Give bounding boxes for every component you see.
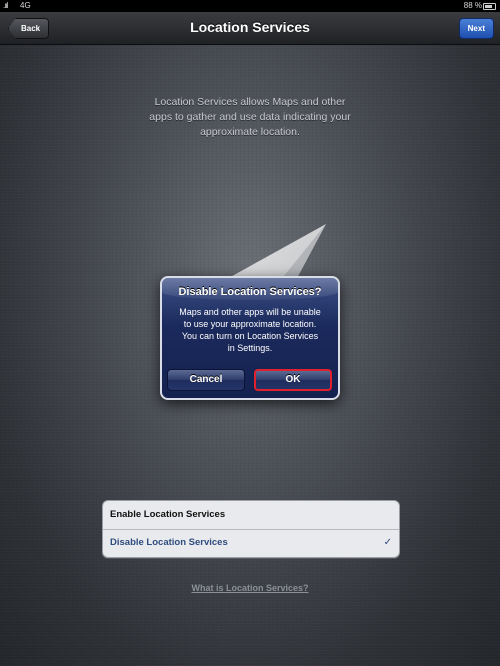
alert-message-line: You can turn on Location Services xyxy=(181,331,319,341)
alert-message: Maps and other apps will be unable to us… xyxy=(168,306,332,354)
checkmark-icon: ✓ xyxy=(383,537,392,548)
battery-icon xyxy=(483,3,496,10)
option-label: Disable Location Services xyxy=(110,537,228,548)
intro-description: Location Services allows Maps and other … xyxy=(149,96,351,138)
ok-button[interactable]: OK xyxy=(254,369,332,391)
location-options-list: Enable Location Services Disable Locatio… xyxy=(102,500,400,558)
alert-title: Disable Location Services? xyxy=(178,286,322,298)
next-button[interactable]: Next xyxy=(458,18,494,39)
disable-location-alert: Disable Location Services? Maps and othe… xyxy=(160,276,340,400)
alert-message-line: Maps and other apps will be unable xyxy=(179,307,321,317)
navigation-bar: Back Location Services Next xyxy=(0,12,500,45)
option-label: Enable Location Services xyxy=(110,509,226,520)
what-is-location-services-link[interactable]: What is Location Services? xyxy=(0,583,500,593)
option-disable-location[interactable]: Disable Location Services ✓ xyxy=(103,529,399,557)
cancel-button[interactable]: Cancel xyxy=(167,369,245,391)
alert-message-line: to use your approximate location. xyxy=(183,319,317,329)
status-bar: .ııl 4G 88 % xyxy=(0,0,500,12)
option-enable-location[interactable]: Enable Location Services xyxy=(103,501,399,530)
alert-message-line: in Settings. xyxy=(227,343,273,353)
network-type: 4G xyxy=(20,1,31,10)
signal-strength-icon: .ııl xyxy=(3,1,9,10)
page-title: Location Services xyxy=(190,19,310,35)
battery-percent: 88 % xyxy=(463,1,482,10)
